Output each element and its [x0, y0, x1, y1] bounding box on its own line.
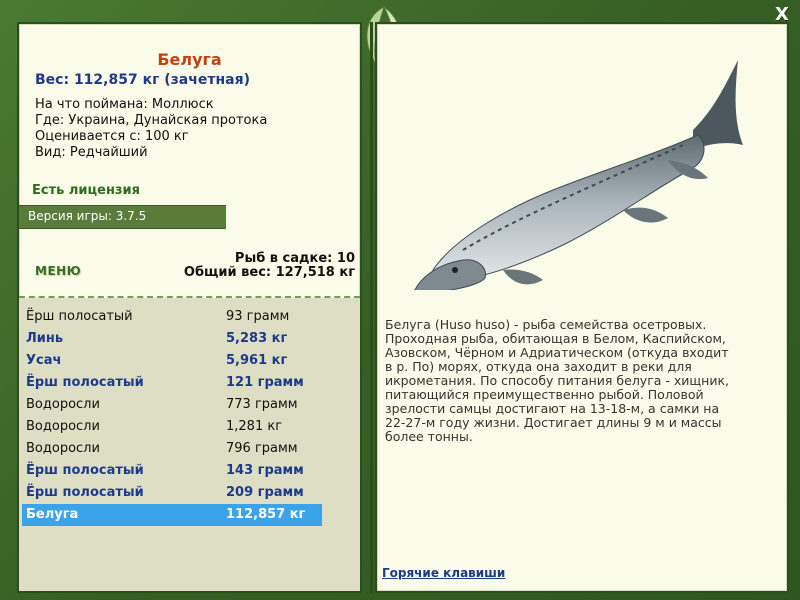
fish-name: Белуга	[157, 50, 222, 69]
catch-row[interactable]: Усач 5,961 кг	[22, 350, 322, 372]
catch-weight: 796 грамм	[226, 441, 298, 456]
catch-name: Линь	[26, 331, 64, 346]
catch-row[interactable]: Линь 5,283 кг	[22, 328, 322, 350]
catch-weight: 93 грамм	[226, 309, 290, 324]
bait-info: На что поймана: Моллюск	[35, 97, 214, 112]
catch-weight: 5,961 кг	[226, 353, 288, 368]
panel-divider	[370, 22, 373, 593]
catch-name: Водоросли	[26, 397, 100, 412]
version-text: Версия игры: 3.7.5	[28, 209, 147, 223]
fish-info-panel: Белуга Вес: 112,857 кг (зачетная) На что…	[17, 22, 362, 593]
catch-row[interactable]: Водоросли 796 грамм	[22, 438, 322, 460]
catch-weight: 5,283 кг	[226, 331, 288, 346]
license-status: Есть лицензия	[32, 183, 140, 198]
catch-weight: 112,857 кг	[226, 507, 306, 522]
catch-row[interactable]: Ёрш полосатый 209 грамм	[22, 482, 322, 504]
catch-row[interactable]: Водоросли 1,281 кг	[22, 416, 322, 438]
catch-name: Ёрш полосатый	[26, 375, 144, 390]
catch-weight: 209 грамм	[226, 485, 304, 500]
catch-name: Ёрш полосатый	[26, 309, 133, 324]
valuation-info: Оценивается с: 100 кг	[35, 129, 189, 144]
catch-name: Ёрш полосатый	[26, 463, 144, 478]
catch-name: Усач	[26, 353, 62, 368]
catch-weight: 1,281 кг	[226, 419, 283, 434]
catch-row[interactable]: Ёрш полосатый 143 грамм	[22, 460, 322, 482]
rarity-info: Вид: Редчайший	[35, 145, 148, 160]
menu-button[interactable]: МЕНЮ	[35, 264, 81, 278]
catch-row[interactable]: Водоросли 773 грамм	[22, 394, 322, 416]
catch-name: Водоросли	[26, 441, 100, 456]
catch-weight: 143 грамм	[226, 463, 304, 478]
catch-name: Белуга	[26, 507, 79, 522]
fish-description: Белуга (Huso huso) - рыба семейства осет…	[385, 317, 730, 444]
catch-list[interactable]: Ёрш полосатый 93 грамм Линь 5,283 кг Усач 5,9…	[19, 298, 360, 591]
catch-weight: 121 грамм	[226, 375, 304, 390]
catch-weight: 773 грамм	[226, 397, 298, 412]
fish-weight: Вес: 112,857 кг (зачетная)	[35, 72, 250, 88]
catch-name: Ёрш полосатый	[26, 485, 144, 500]
beluga-fish-image	[414, 60, 743, 290]
catch-row-selected[interactable]: Белуга 112,857 кг	[22, 504, 322, 526]
location-info: Где: Украина, Дунайская протока	[35, 113, 268, 128]
catch-row[interactable]: Ёрш полосатый 93 грамм	[22, 306, 322, 328]
total-weight: Общий вес: 127,518 кг	[183, 265, 355, 280]
fish-description-panel: Белуга (Huso huso) - рыба семейства осет…	[375, 22, 789, 593]
catch-summary: Рыб в садке: 10 Общий вес: 127,518 кг	[184, 252, 355, 280]
fish-count: Рыб в садке: 10	[234, 251, 355, 266]
hotkeys-link[interactable]: Горячие клавиши	[382, 566, 505, 580]
catch-name: Водоросли	[26, 419, 100, 434]
catch-row[interactable]: Ёрш полосатый 121 грамм	[22, 372, 322, 394]
version-bar: Версия игры: 3.7.5	[19, 205, 226, 229]
